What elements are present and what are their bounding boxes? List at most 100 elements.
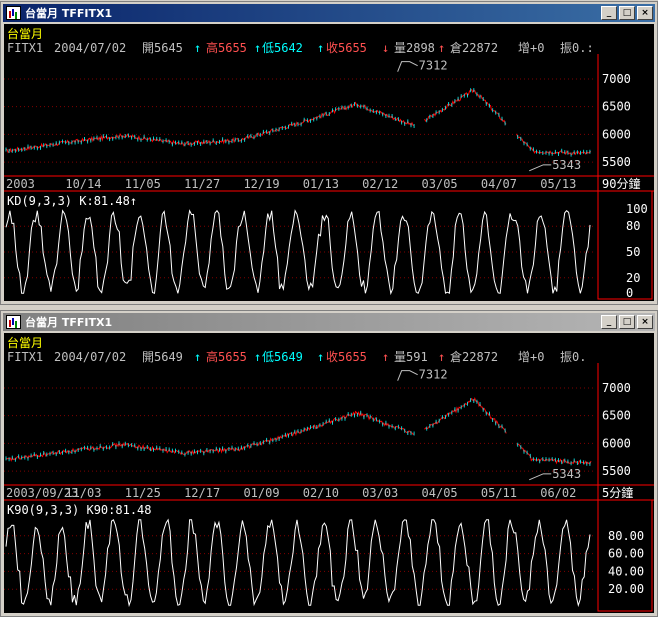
info-date: 2004/07/02: [54, 41, 126, 55]
indicator-tick-label: 60.00: [608, 547, 644, 561]
info-code: FITX1: [7, 41, 43, 55]
minimize-button[interactable]: _: [601, 6, 617, 20]
info-volume: 量591: [394, 350, 428, 364]
minimize-button[interactable]: _: [601, 315, 617, 329]
price-tick-label: 5500: [602, 155, 631, 169]
info-date: 2004/07/02: [54, 350, 126, 364]
peak-marker-line: [397, 61, 418, 72]
date-tick-label: 03/03: [362, 486, 398, 500]
info-code: FITX1: [7, 350, 43, 364]
price-tick-label: 6000: [602, 127, 631, 141]
chart-svg[interactable]: 台當月FITX1 2004/07/02 開5645 高5655 低5642 收5655 量2…: [4, 24, 654, 301]
chart-window-5min: 台當月 TFFITX1 _ □ × 台當月 FITX1 2004/07/02 開564…: [0, 310, 658, 617]
info-high: 高5655: [206, 40, 247, 55]
date-tick-label: 10/14: [65, 177, 101, 191]
date-tick-label: 2003: [6, 177, 35, 191]
peak-label: 7312: [419, 59, 448, 73]
indicator-tick-label: 80.00: [608, 529, 644, 543]
date-tick-label: 01/09: [243, 486, 279, 500]
trough-label: 5343: [552, 158, 581, 172]
peak-label: 7312: [419, 368, 448, 382]
price-tick-label: 6500: [602, 409, 631, 423]
info-open: 開5649: [142, 350, 183, 364]
period-label: 5分鐘: [602, 485, 633, 500]
info-low: 低5642: [262, 41, 303, 55]
date-tick-label: 02/10: [303, 486, 339, 500]
date-tick-label: 01/13: [303, 177, 339, 191]
trough-label: 5343: [552, 467, 581, 481]
info-amp: 振0.:: [560, 41, 594, 55]
info-close: 收5655: [326, 350, 367, 364]
window-title: 台當月 TFFITX1: [25, 316, 113, 329]
trend-arrow-icon: ↑: [194, 41, 201, 55]
price-tick-label: 6500: [602, 100, 631, 114]
indicator-tick-label: 20.00: [608, 582, 644, 596]
trend-arrow-icon: ↑: [254, 41, 261, 55]
trough-marker-line: [529, 473, 552, 481]
price-tick-label: 7000: [602, 381, 631, 395]
trend-arrow-icon: ↑: [254, 350, 261, 364]
indicator-tick-label: 100: [626, 202, 648, 216]
title-bar[interactable]: 台當月 TFFITX1 _ □ ×: [3, 313, 655, 331]
chart-app-icon: [6, 315, 21, 329]
indicator-label: KD(9,3,3) K:81.48↑: [7, 194, 137, 208]
info-close: 收5655: [326, 41, 367, 55]
chart-app-icon: [6, 6, 21, 20]
date-tick-label: 11/05: [125, 177, 161, 191]
info-high: 高5655: [206, 349, 247, 364]
info-change: 增+0: [518, 350, 544, 364]
indicator-tick-label: 0: [626, 286, 633, 300]
info-change: 增+0: [518, 41, 544, 55]
date-tick-label: 05/13: [540, 177, 576, 191]
chart-window-90min: 台當月 TFFITX1 _ □ × 台當月 FITX1 2004/07/02 開564…: [0, 1, 658, 305]
trend-arrow-icon: ↑: [438, 350, 445, 364]
price-series-line: [5, 88, 591, 156]
maximize-button[interactable]: □: [619, 315, 635, 329]
date-tick-label: 12/17: [184, 486, 220, 500]
date-tick-label: 11/27: [184, 177, 220, 191]
symbol-label: 台當月: [7, 335, 43, 350]
peak-marker-line: [397, 370, 418, 381]
chart-area[interactable]: 台當月 FITX1 2004/07/02 開5649 高5655 低5649 收5655 量5…: [4, 333, 654, 613]
price-candle-ticks: [5, 88, 591, 157]
indicator-tick-label: 80: [626, 219, 640, 233]
trend-arrow-icon: ↑: [317, 350, 324, 364]
indicator-tick-label: 50: [626, 245, 640, 259]
indicator-tick-label: 20: [626, 271, 640, 285]
info-amp: 振0.: [560, 350, 586, 364]
indicator-tick-label: 40.00: [608, 564, 644, 578]
date-tick-label: 02/12: [362, 177, 398, 191]
trend-arrow-icon: ↑: [382, 350, 389, 364]
trend-arrow-icon: ↓: [382, 41, 389, 55]
chart-area[interactable]: 台當月 FITX1 2004/07/02 開5645 高5655 低5642 收5655 量2…: [4, 24, 654, 301]
maximize-button[interactable]: □: [619, 6, 635, 20]
price-candle-ticks: [5, 398, 591, 466]
trend-arrow-icon: ↑: [194, 350, 201, 364]
price-tick-label: 7000: [602, 72, 631, 86]
date-tick-label: 03/05: [422, 177, 458, 191]
date-tick-label: 05/11: [481, 486, 517, 500]
period-label: 90分鐘: [602, 176, 640, 191]
info-oi: 倉22872: [450, 349, 498, 364]
date-tick-label: 11/25: [125, 486, 161, 500]
close-button[interactable]: ×: [637, 6, 653, 20]
date-tick-label: 11/03: [65, 486, 101, 500]
date-tick-label: 06/02: [540, 486, 576, 500]
info-oi: 倉22872: [450, 40, 498, 55]
price-tick-label: 5500: [602, 464, 631, 478]
date-tick-label: 12/19: [243, 177, 279, 191]
chart-svg[interactable]: 台當月FITX1 2004/07/02 開5649 高5655 低5649 收5655 量5…: [4, 333, 654, 613]
info-volume: 量2898: [394, 41, 435, 55]
title-bar[interactable]: 台當月 TFFITX1 _ □ ×: [3, 4, 655, 22]
indicator-k-line: [5, 518, 591, 608]
close-button[interactable]: ×: [637, 315, 653, 329]
info-low: 低5649: [262, 350, 303, 364]
window-title: 台當月 TFFITX1: [25, 7, 113, 20]
trend-arrow-icon: ↑: [317, 41, 324, 55]
info-open: 開5645: [142, 41, 183, 55]
indicator-label: K90(9,3,3) K90:81.48: [7, 503, 152, 517]
price-tick-label: 6000: [602, 436, 631, 450]
date-tick-label: 04/05: [422, 486, 458, 500]
indicator-k-line: [5, 209, 591, 296]
trend-arrow-icon: ↑: [438, 41, 445, 55]
